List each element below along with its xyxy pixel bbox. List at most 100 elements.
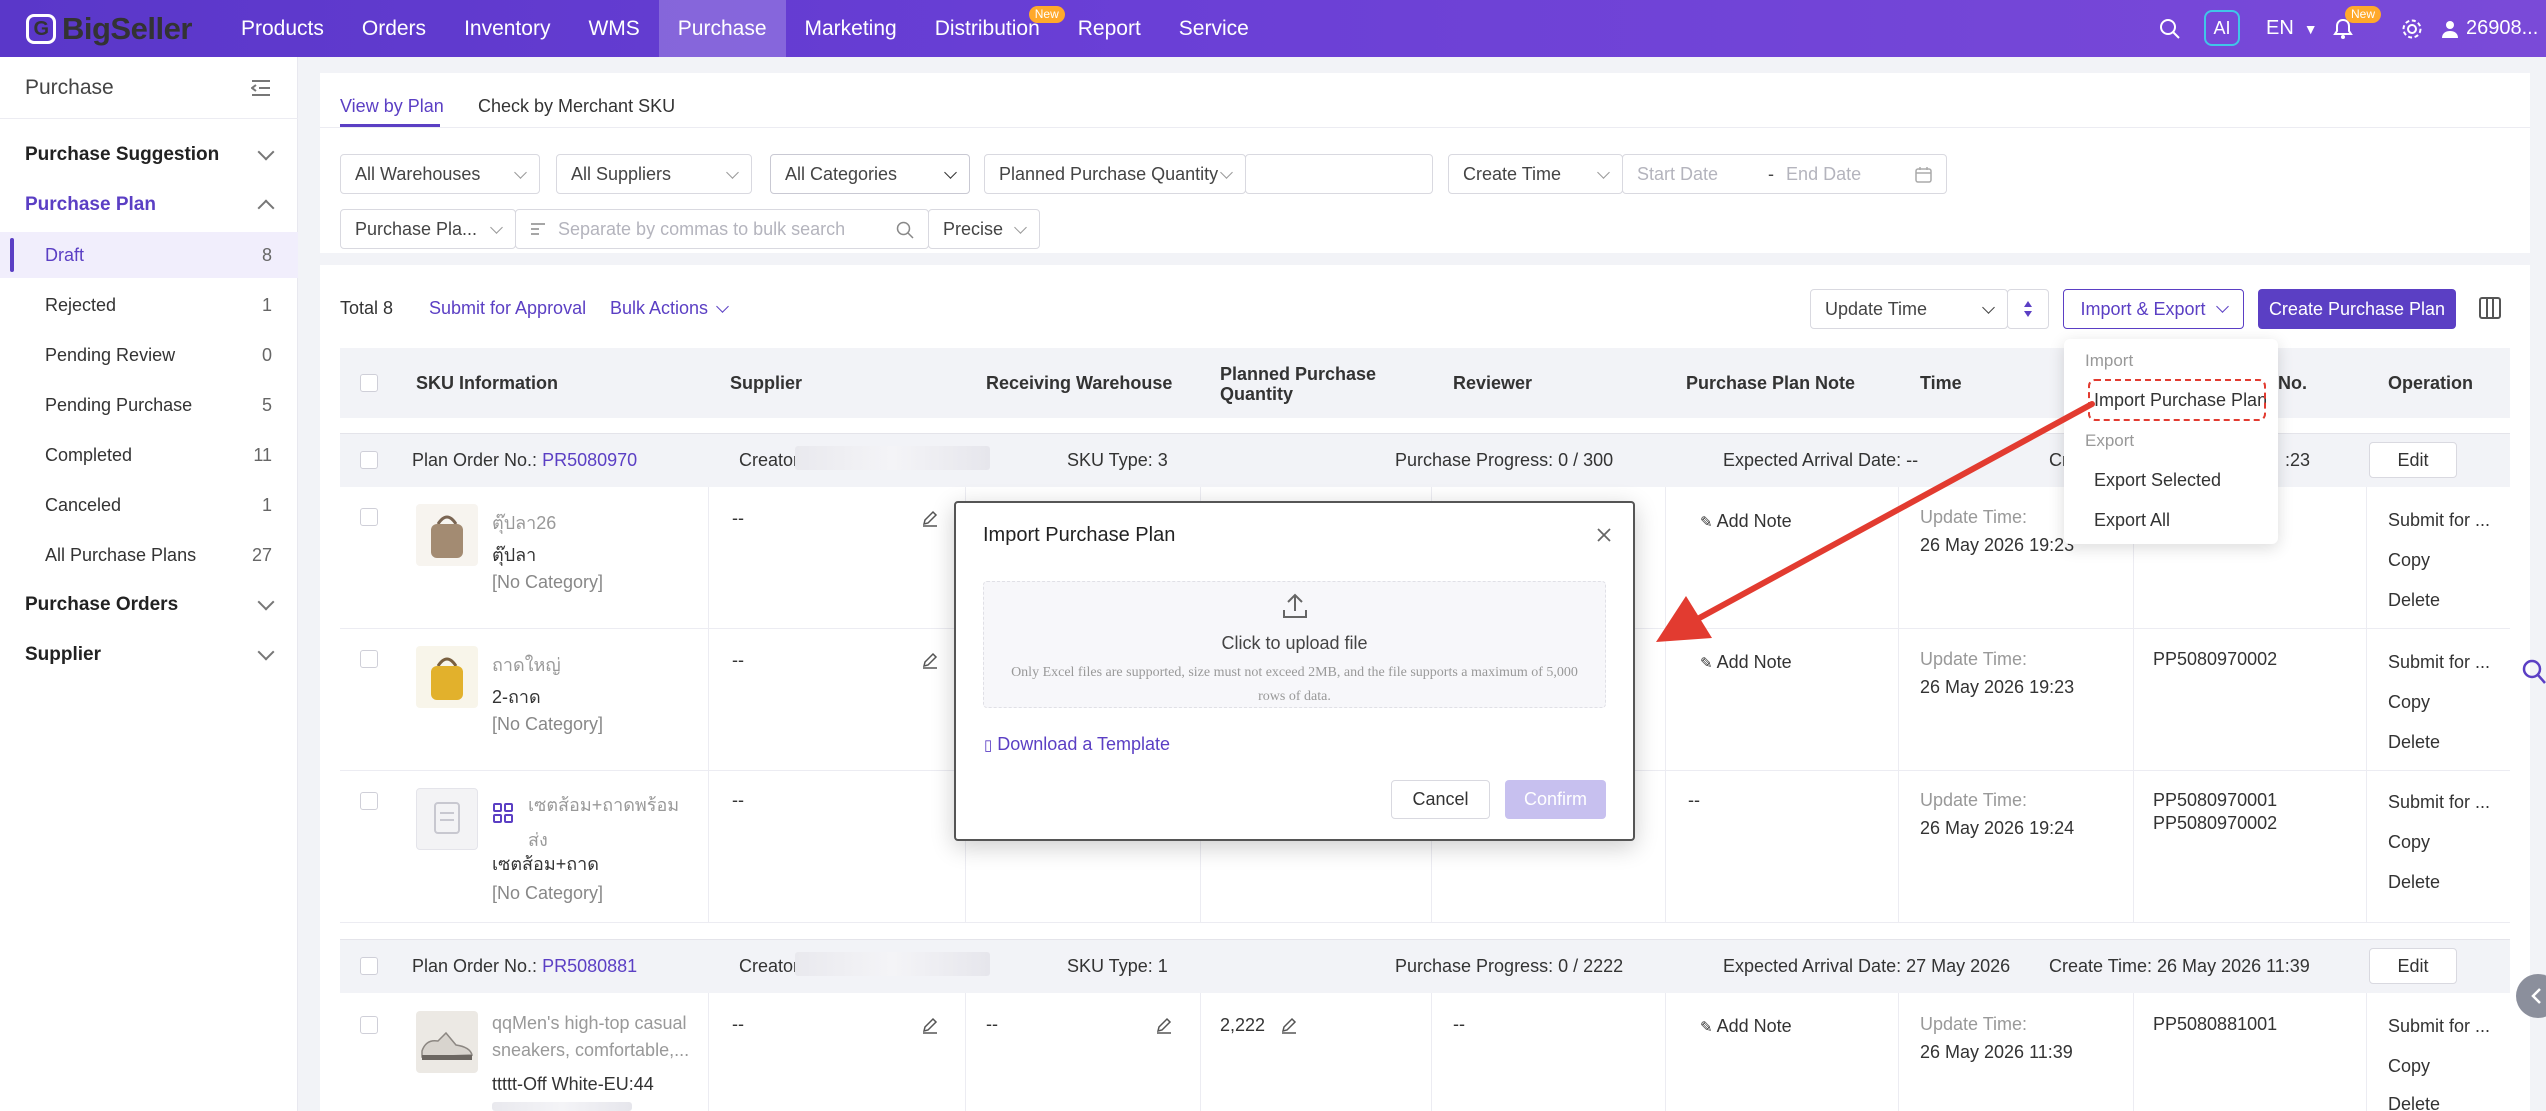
delete-link[interactable]: Delete bbox=[2388, 590, 2440, 611]
quantity-input[interactable] bbox=[1245, 154, 1433, 194]
chevron-down-icon bbox=[1220, 166, 1233, 179]
bulk-list-icon bbox=[531, 223, 545, 235]
row-checkbox[interactable] bbox=[360, 508, 378, 526]
row-checkbox[interactable] bbox=[360, 650, 378, 668]
download-template-link[interactable]: ▯ Download a Template bbox=[984, 734, 1170, 755]
bigseller-logo[interactable]: G BigSeller bbox=[26, 11, 192, 46]
plan-order-link[interactable]: PR5080970 bbox=[542, 450, 637, 470]
date-range-picker[interactable]: Start Date - End Date bbox=[1622, 154, 1947, 194]
column-reviewer: Reviewer bbox=[1453, 373, 1533, 393]
sidebar-group-purchase-suggestion[interactable]: Purchase Suggestion bbox=[25, 144, 219, 166]
nav-orders[interactable]: Orders bbox=[343, 0, 445, 57]
sidebar-item-draft[interactable]: Draft 8 bbox=[0, 232, 298, 278]
delete-link[interactable]: Delete bbox=[2388, 732, 2440, 753]
user-account[interactable]: 26908... bbox=[2440, 0, 2538, 57]
product-thumbnail-placeholder[interactable] bbox=[416, 788, 478, 850]
edit-plan-button[interactable]: Edit bbox=[2369, 442, 2457, 478]
delete-link[interactable]: Delete bbox=[2388, 872, 2440, 893]
sidebar-item-all-purchase-plans[interactable]: All Purchase Plans 27 bbox=[0, 532, 298, 578]
create-purchase-plan-button[interactable]: Create Purchase Plan bbox=[2258, 289, 2456, 329]
sort-field-select[interactable]: Update Time bbox=[1810, 289, 2008, 329]
download-template-label: Download a Template bbox=[997, 734, 1171, 754]
product-name[interactable]: qqMen's high-top casual sneakers, comfort… bbox=[492, 1013, 689, 1061]
submit-for-approval-link[interactable]: Submit for ... bbox=[2388, 1016, 2490, 1037]
sidebar-item-completed[interactable]: Completed 11 bbox=[0, 432, 298, 478]
select-all-checkbox[interactable] bbox=[360, 374, 378, 392]
tab-view-by-plan[interactable]: View by Plan bbox=[340, 96, 444, 117]
add-note-button[interactable]: ✎ Add Note bbox=[1700, 1016, 1792, 1037]
submit-for-approval-link[interactable]: Submit for ... bbox=[2388, 510, 2490, 531]
close-icon[interactable] bbox=[1597, 528, 1611, 542]
confirm-button[interactable]: Confirm bbox=[1505, 780, 1606, 819]
add-note-button[interactable]: ✎ Add Note bbox=[1700, 652, 1792, 673]
product-name[interactable]: เซตส้อม+ถาดพร้อม ส่ง bbox=[528, 790, 679, 854]
nav-wms[interactable]: WMS bbox=[569, 0, 658, 57]
sort-order-toggle[interactable] bbox=[2007, 289, 2049, 329]
bulk-actions-dropdown[interactable]: Bulk Actions bbox=[610, 298, 729, 319]
copy-link[interactable]: Copy bbox=[2388, 1056, 2430, 1077]
nav-inventory[interactable]: Inventory bbox=[445, 0, 569, 57]
language-select[interactable]: EN ▼ bbox=[2266, 0, 2318, 57]
edit-plan-button[interactable]: Edit bbox=[2369, 948, 2457, 984]
search-field-select[interactable]: Purchase Pla... bbox=[340, 209, 516, 249]
delete-link[interactable]: Delete bbox=[2388, 1094, 2440, 1111]
match-mode-select[interactable]: Precise bbox=[928, 209, 1040, 249]
submit-for-approval-link[interactable]: Submit for ... bbox=[2388, 652, 2490, 673]
edit-pencil-icon[interactable] bbox=[921, 651, 939, 669]
product-variant: 2-ถาด bbox=[492, 687, 541, 707]
nav-service[interactable]: Service bbox=[1160, 0, 1268, 57]
row-checkbox[interactable] bbox=[360, 792, 378, 810]
plan-checkbox[interactable] bbox=[360, 957, 378, 975]
copy-link[interactable]: Copy bbox=[2388, 550, 2430, 571]
submit-for-approval-button[interactable]: Submit for Approval bbox=[429, 298, 586, 319]
nav-distribution[interactable]: Distribution New bbox=[916, 0, 1065, 57]
sidebar-item-pending-review[interactable]: Pending Review 0 bbox=[0, 332, 298, 378]
category-select[interactable]: All Categories bbox=[770, 154, 970, 194]
floating-search-icon[interactable] bbox=[2522, 659, 2546, 685]
nav-report[interactable]: Report bbox=[1059, 0, 1160, 57]
sidebar-item-rejected[interactable]: Rejected 1 bbox=[0, 282, 298, 328]
edit-pencil-icon[interactable] bbox=[921, 509, 939, 527]
import-export-dropdown[interactable]: Import & Export bbox=[2063, 289, 2244, 329]
collapse-sidebar-icon[interactable] bbox=[250, 79, 271, 97]
export-all-menu-item[interactable]: Export All bbox=[2094, 510, 2170, 531]
sidebar-group-supplier[interactable]: Supplier bbox=[25, 644, 101, 666]
export-selected-menu-item[interactable]: Export Selected bbox=[2094, 470, 2221, 491]
column-settings-icon[interactable] bbox=[2478, 296, 2502, 326]
product-name[interactable]: ถาดใหญ่ bbox=[492, 650, 561, 679]
plan-checkbox[interactable] bbox=[360, 451, 378, 469]
edit-pencil-icon[interactable] bbox=[1280, 1016, 1298, 1034]
sidebar-item-label: Completed bbox=[45, 444, 133, 465]
divider bbox=[1898, 993, 1899, 1111]
tab-check-by-merchant-sku[interactable]: Check by Merchant SKU bbox=[478, 96, 675, 117]
total-count: Total 8 bbox=[340, 298, 394, 318]
sidebar-item-canceled[interactable]: Canceled 1 bbox=[0, 482, 298, 528]
edit-pencil-icon[interactable] bbox=[1155, 1016, 1173, 1034]
product-thumbnail[interactable] bbox=[416, 504, 478, 566]
copy-link[interactable]: Copy bbox=[2388, 692, 2430, 713]
product-name[interactable]: ตุ๊ปลา26 bbox=[492, 508, 556, 537]
cancel-button[interactable]: Cancel bbox=[1391, 780, 1490, 819]
sidebar-group-purchase-orders[interactable]: Purchase Orders bbox=[25, 594, 178, 616]
edit-pencil-icon[interactable] bbox=[921, 1016, 939, 1034]
bulk-search-input[interactable]: Separate by commas to bulk search bbox=[515, 209, 929, 249]
settings-icon[interactable] bbox=[2401, 0, 2423, 57]
product-thumbnail[interactable] bbox=[416, 646, 478, 708]
copy-link[interactable]: Copy bbox=[2388, 832, 2430, 853]
supplier-select[interactable]: All Suppliers bbox=[556, 154, 752, 194]
search-icon[interactable] bbox=[2159, 0, 2181, 57]
nav-marketing[interactable]: Marketing bbox=[786, 0, 916, 57]
nav-purchase[interactable]: Purchase bbox=[658, 0, 786, 57]
product-thumbnail[interactable] bbox=[416, 1011, 478, 1073]
time-type-select[interactable]: Create Time bbox=[1448, 154, 1623, 194]
plan-order-link[interactable]: PR5080881 bbox=[542, 956, 637, 976]
sidebar-group-purchase-plan[interactable]: Purchase Plan bbox=[25, 194, 156, 216]
row-checkbox[interactable] bbox=[360, 1016, 378, 1034]
quantity-filter-select[interactable]: Planned Purchase Quantity bbox=[984, 154, 1246, 194]
product-name-line: qqMen's high-top casual bbox=[492, 1013, 687, 1033]
ai-assistant-button[interactable]: AI bbox=[2204, 10, 2240, 46]
nav-products[interactable]: Products bbox=[222, 0, 343, 57]
warehouse-select[interactable]: All Warehouses bbox=[340, 154, 540, 194]
submit-for-approval-link[interactable]: Submit for ... bbox=[2388, 792, 2490, 813]
sidebar-item-pending-purchase[interactable]: Pending Purchase 5 bbox=[0, 382, 298, 428]
